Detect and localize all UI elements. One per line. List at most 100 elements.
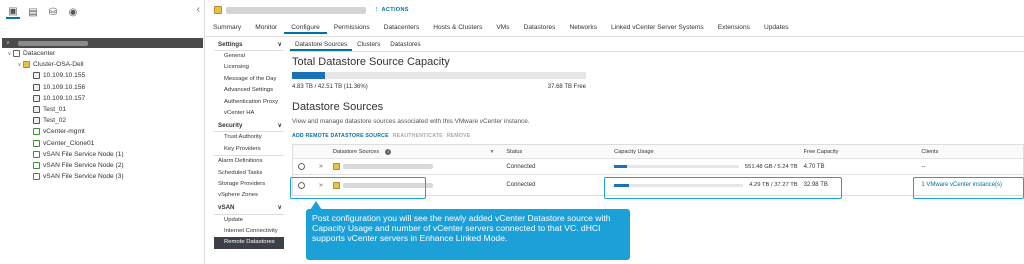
tab-vms[interactable]: VMs — [489, 22, 516, 34]
subtab-clusters[interactable]: Clusters — [352, 38, 385, 51]
tree-item[interactable]: vCenter_Clone01 — [0, 138, 205, 149]
settings-item-vsphere-zones[interactable]: vSphere Zones — [214, 190, 284, 201]
tab-hosts-clusters[interactable]: Hosts & Clusters — [426, 22, 489, 34]
settings-item-remote-datastores[interactable]: Remote Datastores — [214, 237, 284, 249]
tree-item-label: Cluster-OSA-Dell — [33, 61, 84, 69]
redacted-source-name — [342, 164, 433, 169]
tab-summary[interactable]: Summary — [206, 22, 248, 34]
tree-item[interactable]: vSAN File Service Node (2) — [0, 160, 205, 171]
settings-item-scheduled-tasks[interactable]: Scheduled Tasks — [214, 168, 284, 179]
redacted-vcenter-name — [17, 40, 88, 46]
sub-tabs: Datastore Sources Clusters Datastores — [290, 38, 1024, 52]
action-add-remote-datastore-source[interactable]: ADD REMOTE DATASTORE SOURCE — [292, 133, 389, 139]
info-icon[interactable]: i — [385, 148, 392, 155]
chevron-down-icon[interactable]: ∨ — [6, 40, 10, 46]
settings-item-internet-connectivity[interactable]: Internet Connectivity — [214, 226, 284, 237]
settings-item-licensing[interactable]: Licensing — [214, 62, 284, 73]
content-area: Datastore Sources Clusters Datastores Tota… — [290, 38, 1024, 196]
vm-icon — [33, 139, 40, 147]
subtab-datastore-sources[interactable]: Datastore Sources — [290, 38, 353, 51]
settings-section-security[interactable]: Security ∨ — [214, 119, 284, 133]
tree-item-label: vSAN File Service Node (2) — [43, 161, 124, 169]
tree-item-label: Test_01 — [43, 106, 67, 114]
settings-sidebar: Settings ∨ General Licensing Message of the … — [214, 38, 284, 249]
table-header: Datastore Sources i ▼ Status Capacity Us… — [293, 145, 1023, 159]
status-cell: Connected — [506, 182, 536, 188]
section-title: Security — [218, 121, 243, 129]
tree-item[interactable]: Test_01 — [0, 104, 205, 115]
tree-item-label: Datacenter — [23, 50, 56, 58]
settings-item-authentication-proxy[interactable]: Authentication Proxy — [214, 97, 284, 108]
tree-item[interactable]: ∨ Datacenter — [0, 48, 205, 59]
settings-item-trust-authority[interactable]: Trust Authority — [214, 132, 284, 143]
tree-item[interactable]: Test_02 — [0, 115, 205, 126]
column-capacity-usage[interactable]: Capacity Usage — [608, 149, 797, 155]
highlight-box-clients — [913, 177, 1024, 199]
table-row[interactable]: » Connected 551.48 GB / 5.24 TB 4.70 TB -- — [293, 159, 1023, 175]
collapse-icon[interactable]: ‹ — [197, 4, 200, 15]
tree-item-label: vSAN File Service Node (3) — [43, 173, 124, 181]
settings-item-storage-providers[interactable]: Storage Providers — [214, 179, 284, 190]
settings-section-vsan[interactable]: vSAN ∨ — [214, 202, 284, 215]
tab-permissions[interactable]: Permissions — [327, 22, 377, 34]
status-cell: Connected — [506, 163, 536, 170]
vm-icon — [33, 173, 40, 181]
capacity-title: Total Datastore Source Capacity — [292, 56, 450, 68]
section-title: Settings — [218, 40, 243, 48]
settings-section-settings[interactable]: Settings ∨ — [214, 38, 284, 51]
section-title: vSAN — [218, 204, 235, 212]
tab-updates[interactable]: Updates — [757, 22, 796, 34]
vms-templates-icon[interactable]: ▤ — [26, 5, 40, 19]
tree-item[interactable]: 10.109.10.155 — [0, 70, 205, 81]
tab-configure[interactable]: Configure — [284, 22, 327, 34]
settings-item-update[interactable]: Update — [214, 215, 284, 226]
chevron-down-icon[interactable]: ∨ — [277, 41, 282, 48]
tab-monitor[interactable]: Monitor — [248, 22, 284, 34]
settings-item-general[interactable]: General — [214, 51, 284, 62]
free-capacity-cell: 4.70 TB — [803, 163, 825, 170]
settings-item-vcenter-ha[interactable]: vCenter HA — [214, 108, 284, 119]
column-free-capacity[interactable]: Free Capacity — [798, 149, 916, 155]
expand-row-icon[interactable]: » — [311, 163, 331, 170]
radio-button[interactable] — [298, 163, 306, 170]
hosts-clusters-icon[interactable]: ▣ — [6, 5, 20, 19]
tab-datacenters[interactable]: Datacenters — [377, 22, 427, 34]
filter-icon[interactable]: ▼ — [489, 149, 494, 155]
column-clients[interactable]: Clients — [915, 149, 1023, 155]
column-datastore-sources[interactable]: Datastore Sources i ▼ — [331, 148, 501, 155]
column-status[interactable]: Status — [500, 149, 608, 155]
settings-item-message-of-the-day[interactable]: Message of the Day — [214, 74, 284, 85]
tree-item-label: vCenter-mgmt — [43, 128, 85, 136]
tree-item[interactable]: vCenter-mgmt — [0, 126, 205, 137]
tree-item[interactable]: vSAN File Service Node (1) — [0, 149, 205, 160]
tab-datastores[interactable]: Datastores — [517, 22, 563, 34]
settings-item-alarm-definitions[interactable]: Alarm Definitions — [214, 156, 284, 167]
tab-extensions[interactable]: Extensions — [711, 22, 757, 34]
tree-item[interactable]: vSAN File Service Node (3) — [0, 171, 205, 182]
chevron-down-icon[interactable]: ∨ — [277, 122, 282, 129]
chevron-down-icon[interactable]: ∨ — [6, 51, 13, 57]
capacity-usage-cell: 551.48 GB / 5.24 TB — [608, 164, 798, 170]
datastore-sources-description: View and manage datastore sources associ… — [292, 118, 530, 125]
tab-networks[interactable]: Networks — [562, 22, 603, 34]
tree-item[interactable]: ∨ Cluster-OSA-Dell — [0, 59, 205, 70]
settings-item-advanced-settings[interactable]: Advanced Settings — [214, 85, 284, 96]
subtab-datastores[interactable]: Datastores — [385, 38, 425, 51]
actions-menu[interactable]: ⋮ ACTIONS — [374, 7, 409, 13]
chevron-down-icon[interactable]: ∨ — [16, 62, 23, 68]
tree-root-vcenter[interactable]: ∨ — [2, 38, 203, 48]
tree-item[interactable]: 10.109.10.156 — [0, 82, 205, 93]
chevron-down-icon[interactable]: ∨ — [277, 204, 282, 211]
tree-item[interactable]: 10.109.10.157 — [0, 93, 205, 104]
datastore-source-name[interactable] — [331, 163, 501, 170]
networking-icon[interactable]: ◉ — [66, 5, 80, 19]
tab-linked-vcenter-server-systems[interactable]: Linked vCenter Server Systems — [604, 22, 711, 34]
capacity-bar — [292, 72, 586, 79]
capacity-free-text: 37.68 TB Free — [547, 84, 586, 90]
capacity-used-text: 4.83 TB / 42.51 TB (11.36%) — [292, 84, 368, 90]
row-select[interactable] — [293, 163, 311, 170]
object-title — [214, 6, 366, 14]
settings-item-key-providers[interactable]: Key Providers — [214, 144, 284, 155]
navigator-tabs: ▣ ▤ ⛁ ◉ — [0, 0, 204, 24]
storage-icon[interactable]: ⛁ — [46, 5, 60, 19]
